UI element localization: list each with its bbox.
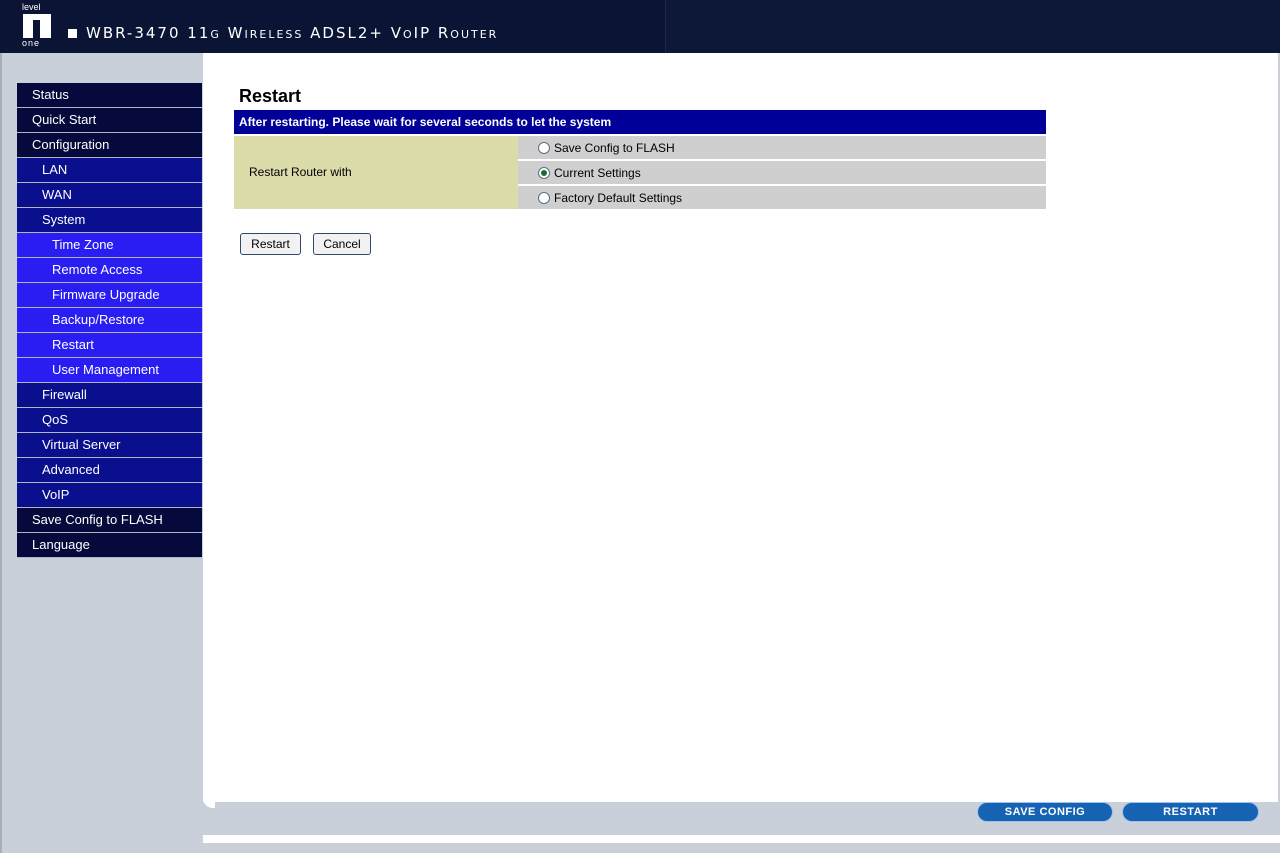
option-label: Factory Default Settings <box>554 190 683 205</box>
sidebar-item-system[interactable]: System <box>17 208 202 233</box>
restart-options: Save Config to FLASH Current Settings Fact… <box>518 136 1046 209</box>
sidebar-item-time-zone[interactable]: Time Zone <box>17 233 202 258</box>
sidebar-item-quick-start[interactable]: Quick Start <box>17 108 202 133</box>
sidebar-item-advanced[interactable]: Advanced <box>17 458 202 483</box>
restart-button[interactable]: Restart <box>240 233 301 255</box>
header-bar: level one WBR-3470 11g Wireless ADSL2+ V… <box>0 0 1280 53</box>
panel-header: After restarting. Please wait for severa… <box>234 110 1046 134</box>
radio-button[interactable] <box>538 166 550 179</box>
logo-mark-icon <box>23 14 51 38</box>
logo-text-top: level <box>22 2 41 12</box>
sidebar-nav: Status Quick Start Configuration LAN WAN Syst… <box>17 83 202 558</box>
restart-panel: After restarting. Please wait for severa… <box>234 110 1046 209</box>
sidebar-item-save-config-to-flash[interactable]: Save Config to FLASH <box>17 508 202 533</box>
header-square-icon <box>68 29 77 38</box>
sidebar-item-wan[interactable]: WAN <box>17 183 202 208</box>
sidebar-item-virtual-server[interactable]: Virtual Server <box>17 433 202 458</box>
levelone-logo: level one <box>20 2 56 48</box>
sidebar-item-language[interactable]: Language <box>17 533 202 558</box>
frame-corner <box>203 796 215 808</box>
sidebar-item-voip[interactable]: VoIP <box>17 483 202 508</box>
bottom-strip <box>203 835 1280 843</box>
sidebar-item-user-management[interactable]: User Management <box>17 358 202 383</box>
restart-router-label: Restart Router with <box>234 136 518 209</box>
panel-body: Restart Router with Save Config to FLASH… <box>234 136 1046 209</box>
save-config-button[interactable]: SAVE CONFIG <box>977 802 1113 822</box>
option-label: Save Config to FLASH <box>554 140 675 155</box>
product-title: WBR-3470 11g Wireless ADSL2+ VoIP Router <box>86 24 499 42</box>
header-right-panel <box>665 0 1280 53</box>
restart-option-factory-default-settings[interactable]: Factory Default Settings <box>518 186 1046 209</box>
sidebar-item-firewall[interactable]: Firewall <box>17 383 202 408</box>
sidebar-item-restart[interactable]: Restart <box>17 333 202 358</box>
restart-option-current-settings[interactable]: Current Settings <box>518 161 1046 184</box>
radio-button[interactable] <box>538 191 550 204</box>
sidebar-item-configuration[interactable]: Configuration <box>17 133 202 158</box>
sidebar-item-status[interactable]: Status <box>17 83 202 108</box>
sidebar-item-remote-access[interactable]: Remote Access <box>17 258 202 283</box>
logo-text-bottom: one <box>22 38 41 48</box>
bottom-frame <box>203 796 1280 853</box>
footer-restart-button[interactable]: RESTART <box>1122 802 1259 822</box>
sidebar-item-lan[interactable]: LAN <box>17 158 202 183</box>
restart-option-save-config-to-flash[interactable]: Save Config to FLASH <box>518 136 1046 159</box>
radio-button[interactable] <box>538 141 550 154</box>
sidebar-item-firmware-upgrade[interactable]: Firmware Upgrade <box>17 283 202 308</box>
sidebar-item-qos[interactable]: QoS <box>17 408 202 433</box>
option-label: Current Settings <box>554 165 641 180</box>
cancel-button[interactable]: Cancel <box>313 233 371 255</box>
page-title: Restart <box>239 86 302 106</box>
sidebar-item-backup-restore[interactable]: Backup/Restore <box>17 308 202 333</box>
